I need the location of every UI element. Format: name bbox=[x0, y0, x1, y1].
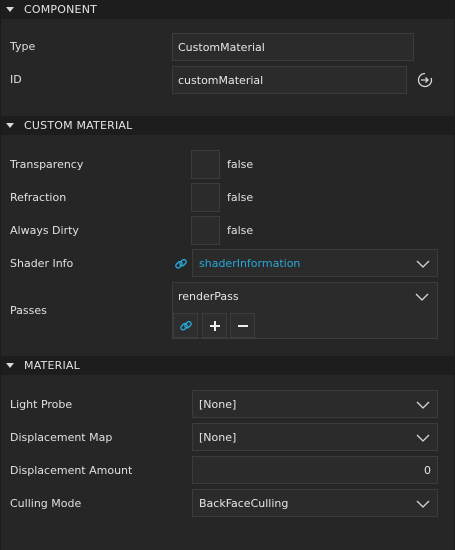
always-dirty-value: false bbox=[227, 224, 254, 237]
always-dirty-checkbox[interactable] bbox=[191, 216, 220, 245]
type-label: Type bbox=[10, 40, 36, 53]
id-value: customMaterial bbox=[178, 73, 264, 87]
refraction-value: false bbox=[227, 191, 254, 204]
remove-pass-button[interactable] bbox=[230, 313, 255, 338]
light-probe-dropdown[interactable]: [None] bbox=[192, 390, 438, 418]
id-label: ID bbox=[10, 73, 22, 86]
displacement-map-label: Displacement Map bbox=[10, 431, 113, 444]
displacement-map-value: [None] bbox=[199, 431, 237, 444]
type-field[interactable]: CustomMaterial bbox=[172, 33, 414, 61]
transparency-value: false bbox=[227, 158, 254, 171]
section-header-custom-material[interactable]: CUSTOM MATERIAL bbox=[1, 116, 454, 135]
displacement-amount-value: 0 bbox=[424, 463, 431, 477]
link-pass-button[interactable] bbox=[173, 313, 198, 338]
transparency-label: Transparency bbox=[10, 158, 84, 171]
chevron-down-icon bbox=[416, 434, 430, 442]
add-pass-button[interactable] bbox=[202, 313, 227, 338]
id-input[interactable]: customMaterial bbox=[172, 66, 407, 94]
type-value: CustomMaterial bbox=[178, 40, 265, 54]
refraction-checkbox[interactable] bbox=[191, 183, 220, 212]
passes-list: renderPass bbox=[172, 282, 438, 339]
chevron-down-icon bbox=[416, 500, 430, 508]
light-probe-value: [None] bbox=[199, 398, 237, 411]
displacement-amount-input[interactable]: 0 bbox=[192, 456, 438, 484]
always-dirty-label: Always Dirty bbox=[10, 224, 79, 237]
culling-mode-dropdown[interactable]: BackFaceCulling bbox=[192, 489, 438, 517]
link-icon[interactable] bbox=[174, 257, 188, 271]
section-title: COMPONENT bbox=[24, 3, 98, 16]
displacement-amount-label: Displacement Amount bbox=[10, 464, 133, 477]
chevron-down-icon bbox=[416, 401, 430, 409]
passes-dropdown[interactable]: renderPass bbox=[172, 282, 438, 311]
section-header-material[interactable]: MATERIAL bbox=[1, 356, 454, 375]
passes-label: Passes bbox=[10, 304, 47, 317]
properties-panel: COMPONENT Type CustomMaterial ID customM… bbox=[0, 0, 455, 550]
shader-info-dropdown[interactable]: shaderInformation bbox=[192, 249, 438, 277]
light-probe-label: Light Probe bbox=[10, 398, 73, 411]
collapse-triangle-icon[interactable] bbox=[6, 7, 14, 12]
link-icon bbox=[179, 320, 192, 331]
transparency-checkbox[interactable] bbox=[191, 150, 220, 179]
section-title: MATERIAL bbox=[24, 359, 80, 372]
section-title: CUSTOM MATERIAL bbox=[24, 119, 133, 132]
collapse-triangle-icon[interactable] bbox=[6, 363, 14, 368]
chevron-down-icon bbox=[416, 260, 430, 268]
collapse-triangle-icon[interactable] bbox=[6, 123, 14, 128]
refraction-label: Refraction bbox=[10, 191, 67, 204]
displacement-map-dropdown[interactable]: [None] bbox=[192, 423, 438, 451]
reset-id-icon[interactable] bbox=[416, 71, 434, 89]
shader-info-value: shaderInformation bbox=[199, 257, 301, 270]
passes-value: renderPass bbox=[178, 290, 239, 303]
minus-icon bbox=[237, 324, 248, 327]
culling-mode-value: BackFaceCulling bbox=[199, 497, 289, 510]
section-header-component[interactable]: COMPONENT bbox=[1, 0, 454, 19]
culling-mode-label: Culling Mode bbox=[10, 497, 82, 510]
plus-icon bbox=[209, 320, 220, 331]
chevron-down-icon bbox=[415, 293, 429, 301]
shader-info-label: Shader Info bbox=[10, 257, 74, 270]
